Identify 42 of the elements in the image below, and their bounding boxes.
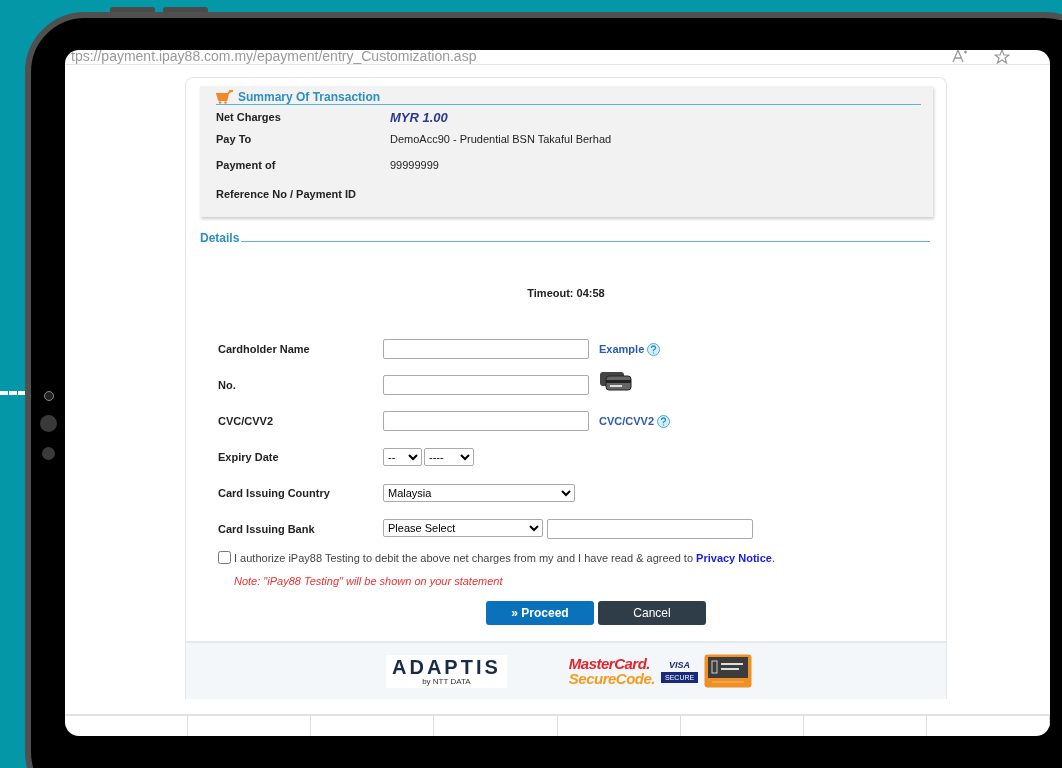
credit-card-icon <box>599 371 633 391</box>
card-number-field[interactable] <box>383 375 589 395</box>
help-icon[interactable] <box>657 414 671 428</box>
details-heading: Details <box>200 231 240 245</box>
cancel-button[interactable]: Cancel <box>598 601 706 625</box>
summary-label: Payment of <box>216 158 277 171</box>
bank-name-field[interactable] <box>547 519 753 539</box>
field-label: Card Issuing Country <box>218 487 331 499</box>
summary-value: 99999999 <box>390 158 440 171</box>
summary-label: Net Charges <box>216 111 282 123</box>
text-field[interactable] <box>383 339 589 359</box>
authorization-text: I authorize iPay88 Testing to debit the above net charges from my and I have read & agreed to Privacy Notice. <box>234 551 775 564</box>
summary-title: Summary Of Transaction <box>238 90 381 104</box>
privacy-notice-link[interactable]: Privacy Notice <box>696 551 772 564</box>
help-link[interactable]: Example <box>599 343 645 355</box>
mastercard-securecode-logo: MasterCard. SecureCode. <box>568 656 655 686</box>
proceed-button[interactable]: » Proceed <box>486 601 594 625</box>
field-label: No. <box>218 379 237 391</box>
summary-value: DemoAcc90 - Prudential BSN Takaful Berhad <box>390 133 613 145</box>
summary-label: Reference No / Payment ID <box>216 187 357 200</box>
field-label: Cardholder Name <box>218 343 311 355</box>
star-icon[interactable] <box>994 50 1010 64</box>
help-icon[interactable] <box>647 342 661 356</box>
timeout-text: Timeout: 04:58 <box>527 287 605 299</box>
authorize-checkbox[interactable] <box>218 551 231 564</box>
read-aloud-icon[interactable] <box>952 50 968 63</box>
camera-icon <box>44 391 54 401</box>
summary-label: Pay To <box>216 133 253 145</box>
statement-note: Note: "iPay88 Testing" will be shown on your statement <box>234 575 503 587</box>
shopping-cart-icon <box>216 90 234 104</box>
field-label: CVC/CVV2 <box>218 415 275 427</box>
country-select[interactable]: Malaysia <box>383 484 575 502</box>
help-link[interactable]: CVC/CVV2 <box>599 415 655 427</box>
expiry-select[interactable]: -- <box>383 448 422 466</box>
text-field[interactable] <box>383 411 589 431</box>
expiry-select[interactable]: ---- <box>424 448 474 466</box>
field-label: Card Issuing Bank <box>218 523 316 535</box>
amount-value: MYR 1.00 <box>390 109 449 125</box>
adaptis-logo: ADAPTIS by NTT DATA <box>386 654 507 688</box>
bank-select[interactable]: Please Select <box>383 519 543 537</box>
field-label: Expiry Date <box>218 451 280 463</box>
pci-badge-icon <box>704 654 753 688</box>
